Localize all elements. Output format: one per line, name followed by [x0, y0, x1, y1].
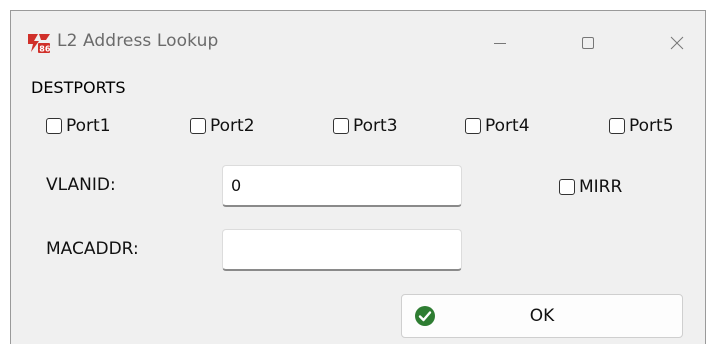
dialog-window: 86 L2 Address Lookup DESTPORTS Port1 Por… — [10, 10, 706, 344]
ok-button-label: OK — [529, 306, 555, 326]
vlanid-label: VLANID: — [46, 175, 116, 195]
title-bar[interactable]: 86 L2 Address Lookup — [11, 11, 705, 75]
port1-checkbox[interactable]: Port1 — [46, 115, 111, 137]
maximize-button[interactable] — [565, 27, 611, 59]
minimize-button[interactable] — [477, 27, 523, 59]
checkbox-box[interactable] — [609, 118, 625, 134]
minimize-icon — [493, 36, 507, 50]
checkbox-box[interactable] — [465, 118, 481, 134]
port1-label: Port1 — [66, 116, 111, 136]
close-button[interactable] — [654, 27, 700, 59]
mirr-checkbox[interactable]: MIRR — [559, 176, 622, 198]
destports-group-label: DESTPORTS — [31, 78, 126, 97]
mirr-label: MIRR — [579, 177, 623, 197]
macaddr-input[interactable] — [222, 229, 462, 271]
window-title: L2 Address Lookup — [57, 31, 219, 51]
port5-label: Port5 — [629, 116, 674, 136]
maximize-icon — [581, 36, 595, 50]
checkbox-box[interactable] — [333, 118, 349, 134]
checkbox-box[interactable] — [46, 118, 62, 134]
app-logo-icon: 86 — [27, 32, 51, 54]
port2-checkbox[interactable]: Port2 — [190, 115, 255, 137]
port3-checkbox[interactable]: Port3 — [333, 115, 398, 137]
port4-checkbox[interactable]: Port4 — [465, 115, 530, 137]
close-icon — [670, 36, 684, 50]
checkbox-box[interactable] — [190, 118, 206, 134]
vlanid-input[interactable] — [222, 165, 462, 207]
ok-button[interactable]: OK — [401, 294, 683, 338]
port5-checkbox[interactable]: Port5 — [609, 115, 674, 137]
port3-label: Port3 — [353, 116, 398, 136]
port2-label: Port2 — [210, 116, 255, 136]
port4-label: Port4 — [485, 116, 530, 136]
macaddr-label: MACADDR: — [46, 239, 139, 259]
checkbox-box[interactable] — [559, 179, 575, 195]
svg-text:86: 86 — [39, 45, 51, 54]
